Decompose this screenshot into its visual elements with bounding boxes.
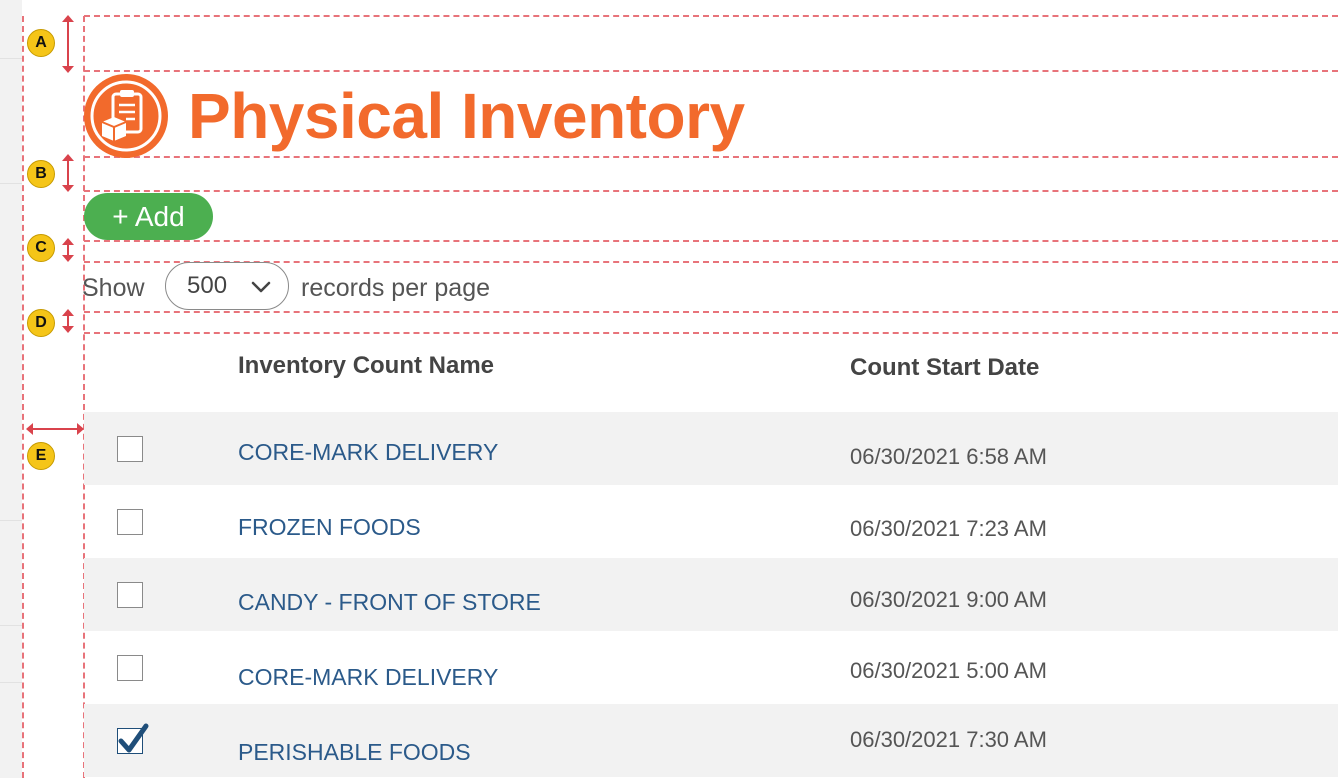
add-button[interactable]: + Add [84, 193, 213, 240]
inventory-count-link[interactable]: CORE-MARK DELIVERY [238, 663, 498, 691]
row-checkbox[interactable] [117, 436, 143, 462]
marker-a: A [27, 29, 55, 57]
left-panel-strip [0, 0, 22, 778]
count-start-date: 06/30/2021 5:00 AM [850, 658, 1047, 683]
show-label: Show [82, 274, 145, 302]
guide-line [84, 190, 1338, 192]
table-row: CORE-MARK DELIVERY 06/30/2021 6:58 AM [84, 412, 1338, 485]
spacing-arrow-a [61, 15, 75, 73]
spacing-arrow-d [61, 309, 75, 333]
row-checkbox[interactable] [117, 509, 143, 535]
inventory-count-link[interactable]: CORE-MARK DELIVERY [238, 438, 498, 466]
page-size-select[interactable]: 500 [165, 262, 289, 310]
column-header-start-date[interactable]: Count Start Date [850, 352, 1039, 384]
clipboard-boxes-icon [84, 74, 168, 158]
guide-line [84, 156, 1338, 158]
marker-b: B [27, 160, 55, 188]
page-title: Physical Inventory [188, 80, 745, 152]
table-row: FROZEN FOODS 06/30/2021 7:23 AM [84, 485, 1338, 558]
guide-line [84, 70, 1338, 72]
chevron-down-icon [251, 281, 271, 293]
guide-line [84, 240, 1338, 242]
table-row: CANDY - FRONT OF STORE 06/30/2021 9:00 A… [84, 558, 1338, 631]
guide-line [84, 15, 1338, 17]
row-checkbox-checked[interactable] [117, 723, 149, 754]
count-start-date: 06/30/2021 6:58 AM [850, 444, 1047, 469]
table-row: PERISHABLE FOODS 06/30/2021 7:30 AM [84, 704, 1338, 777]
guide-line [22, 16, 24, 778]
guide-line [84, 311, 1338, 313]
spacing-arrow-c [61, 238, 75, 262]
marker-c: C [27, 234, 55, 262]
marker-d: D [27, 309, 55, 337]
marker-e: E [27, 442, 55, 470]
inventory-count-link[interactable]: CANDY - FRONT OF STORE [238, 588, 541, 616]
count-start-date: 06/30/2021 9:00 AM [850, 587, 1047, 612]
page-size-value: 500 [187, 272, 228, 299]
inventory-count-link[interactable]: PERISHABLE FOODS [238, 738, 471, 766]
count-start-date: 06/30/2021 7:30 AM [850, 727, 1047, 752]
spacing-arrow-e [26, 423, 84, 435]
table-row: CORE-MARK DELIVERY 06/30/2021 5:00 AM [84, 631, 1338, 704]
spacing-arrow-b [61, 154, 75, 192]
count-start-date: 06/30/2021 7:23 AM [850, 516, 1047, 541]
records-per-page-label: records per page [301, 274, 491, 302]
column-header-name[interactable]: Inventory Count Name [238, 350, 494, 382]
inventory-count-link[interactable]: FROZEN FOODS [238, 513, 421, 541]
guide-line [84, 332, 1338, 334]
row-checkbox[interactable] [117, 655, 143, 681]
checkmark-icon [118, 723, 149, 753]
row-checkbox[interactable] [117, 582, 143, 608]
